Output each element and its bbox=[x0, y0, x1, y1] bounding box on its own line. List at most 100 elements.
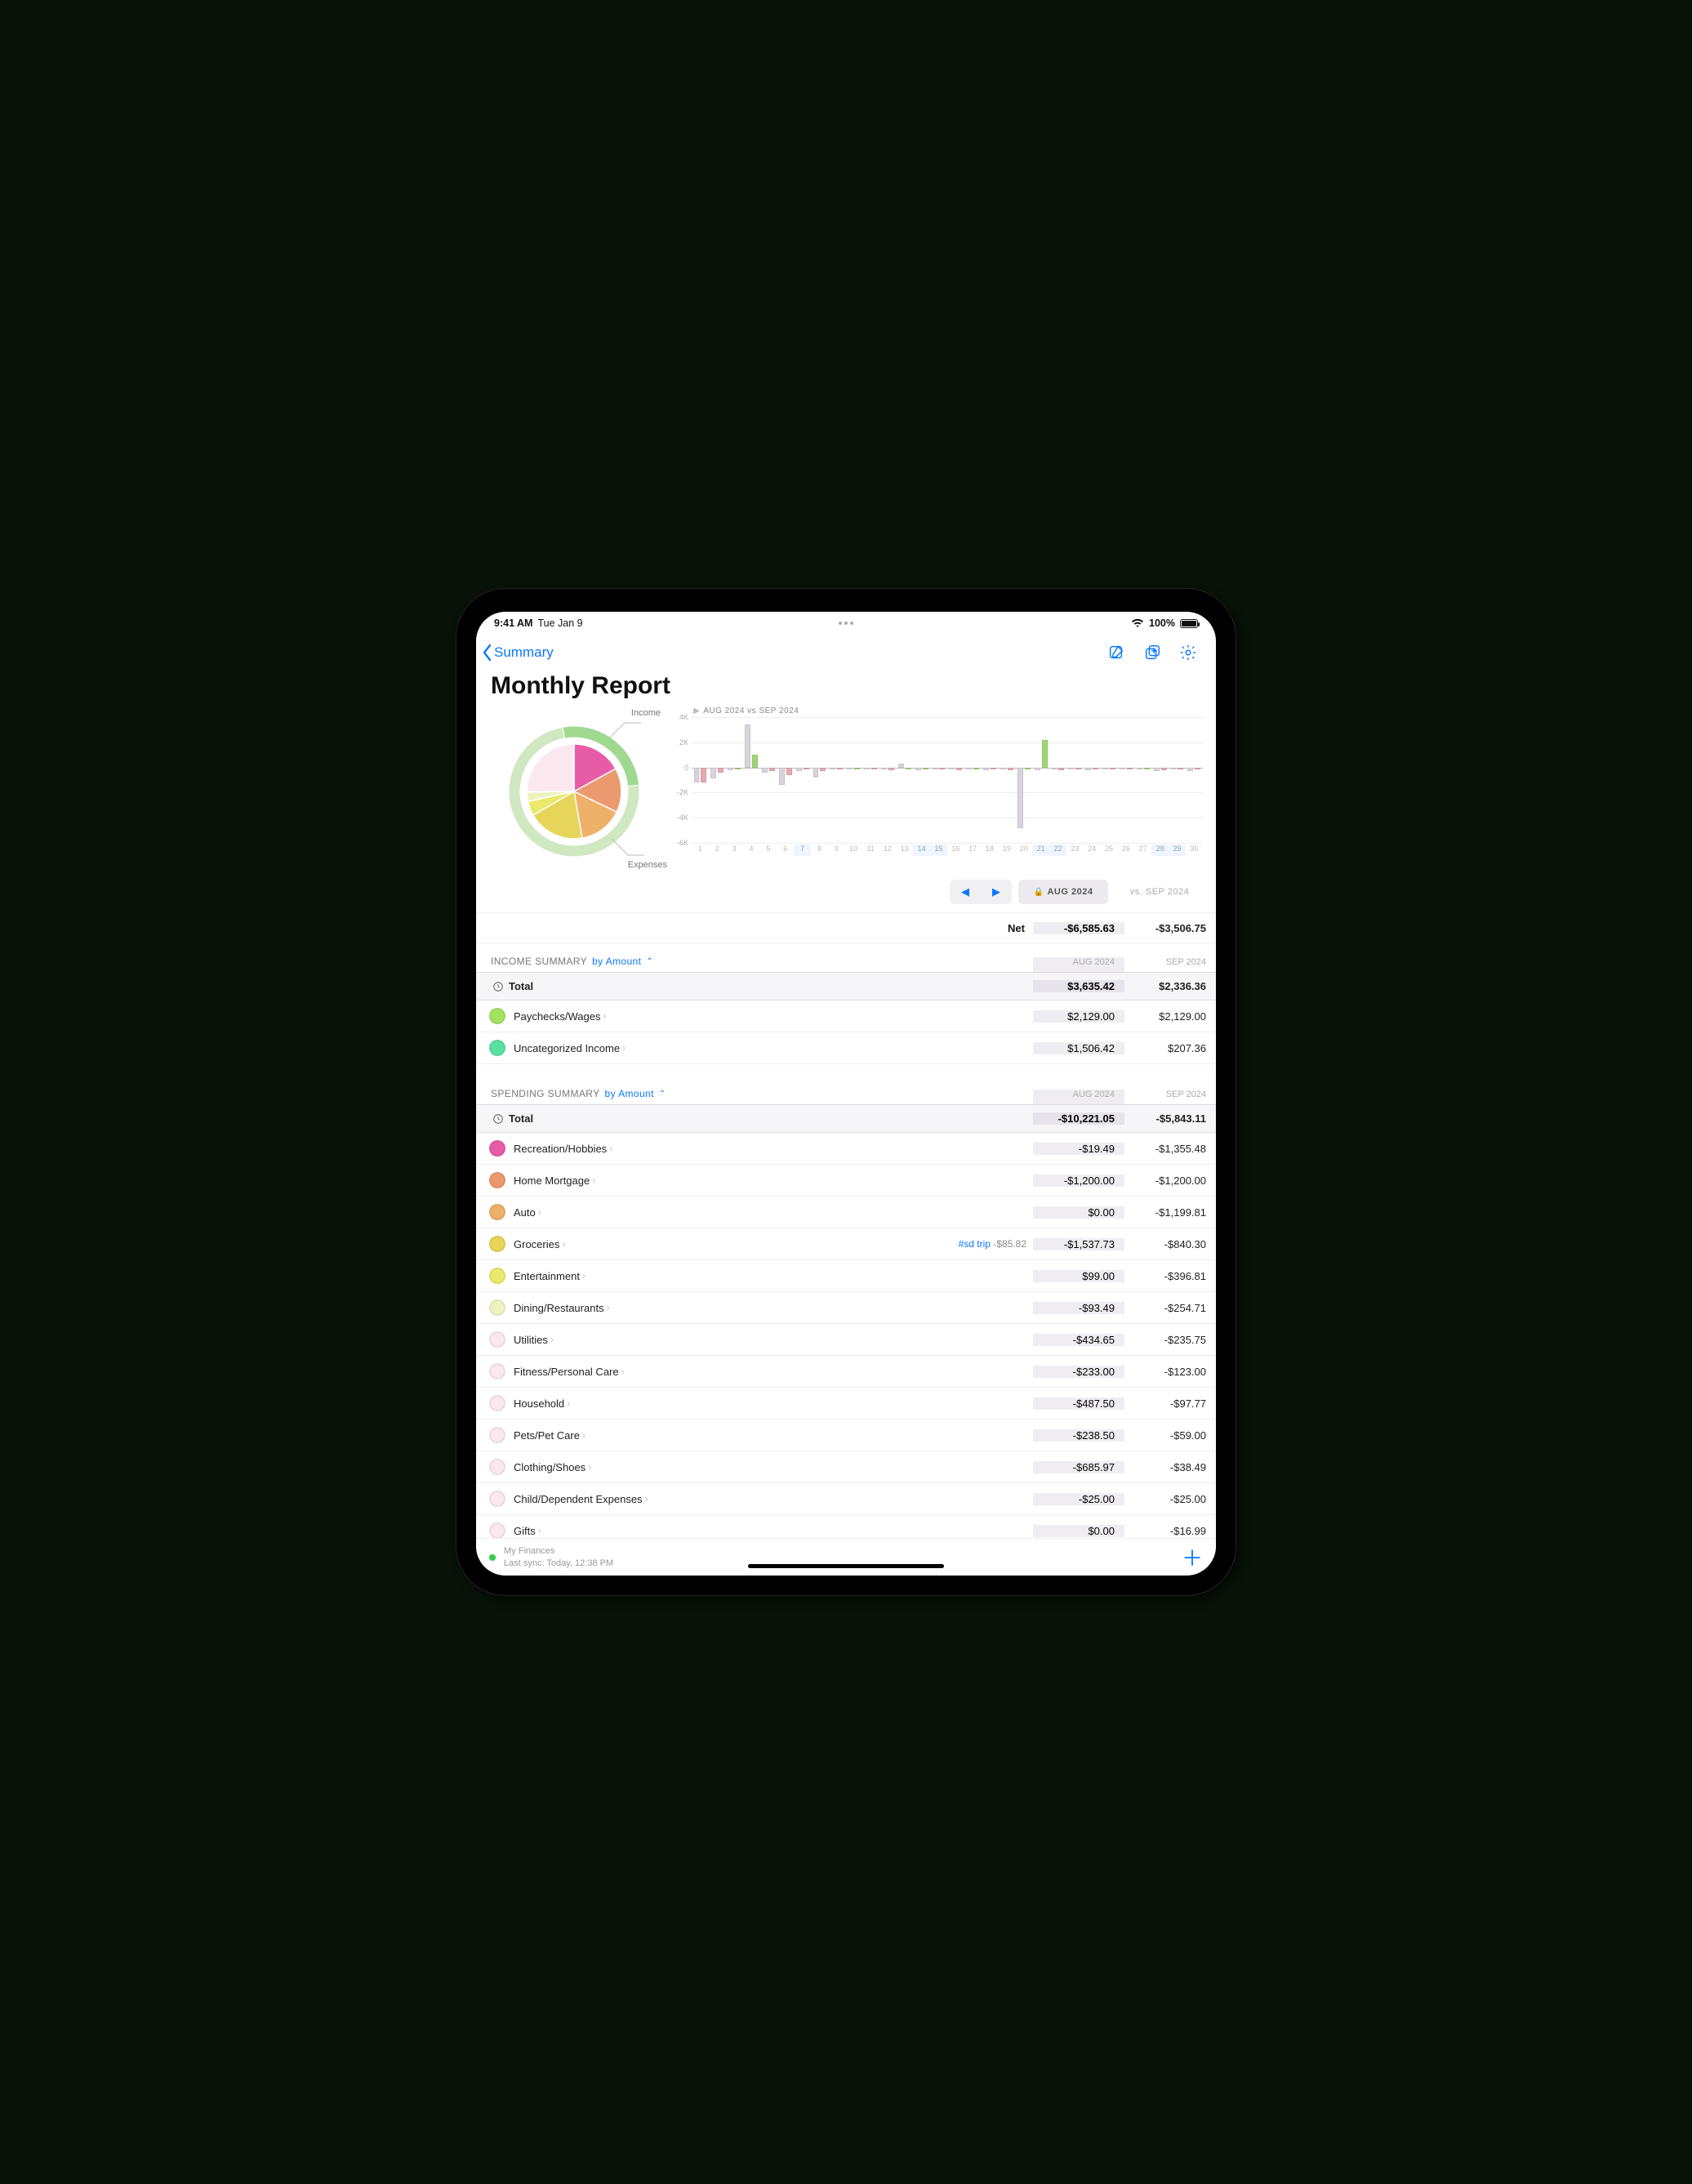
spending-row[interactable]: Utilities › -$434.65 -$235.75 bbox=[476, 1324, 1216, 1356]
category-dot bbox=[476, 1204, 514, 1220]
row-label: Utilities bbox=[514, 1334, 548, 1346]
caret-up-icon[interactable]: ⌃ bbox=[659, 1090, 666, 1099]
row-label: Entertainment bbox=[514, 1270, 580, 1282]
chevron-right-icon: › bbox=[592, 1174, 595, 1186]
screen: 9:41 AM Tue Jan 9 100% Summary bbox=[476, 612, 1216, 1576]
row-sep: -$840.30 bbox=[1124, 1238, 1216, 1250]
net-row: Net -$6,585.63 -$3,506.75 bbox=[476, 912, 1216, 943]
row-aug: -$238.50 bbox=[1033, 1429, 1124, 1442]
row-label: Pets/Pet Care bbox=[514, 1429, 580, 1442]
row-label: Fitness/Personal Care bbox=[514, 1366, 619, 1378]
home-indicator[interactable] bbox=[748, 1564, 944, 1568]
row-sep: -$59.00 bbox=[1124, 1429, 1216, 1442]
spending-row[interactable]: Fitness/Personal Care › -$233.00 -$123.0… bbox=[476, 1356, 1216, 1388]
period-nav: ◀ ▶ bbox=[950, 880, 1012, 904]
battery-percent: 100% bbox=[1149, 617, 1175, 629]
caret-up-icon[interactable]: ⌃ bbox=[646, 957, 653, 966]
row-label: Recreation/Hobbies bbox=[514, 1143, 607, 1155]
row-label: Paychecks/Wages bbox=[514, 1010, 600, 1023]
income-row[interactable]: Uncategorized Income › $1,506.42 $207.36 bbox=[476, 1032, 1216, 1064]
row-note: #sd trip -$85.82 bbox=[959, 1238, 1026, 1250]
net-sep: -$3,506.75 bbox=[1124, 922, 1216, 934]
spending-row[interactable]: Home Mortgage › -$1,200.00 -$1,200.00 bbox=[476, 1165, 1216, 1197]
income-sort-button[interactable]: by Amount bbox=[592, 956, 641, 967]
bar-chart[interactable]: ▶AUG 2024 vs SEP 2024 4K2K0-2K-4K-6K1234… bbox=[672, 706, 1204, 870]
row-sep: -$1,355.48 bbox=[1124, 1143, 1216, 1155]
row-label: Home Mortgage bbox=[514, 1174, 590, 1187]
category-dot bbox=[476, 1331, 514, 1348]
multitask-dots-icon[interactable] bbox=[839, 622, 853, 625]
spending-col-sep: SEP 2024 bbox=[1124, 1090, 1216, 1104]
income-total-aug: $3,635.42 bbox=[1033, 980, 1124, 992]
compose-button[interactable] bbox=[1100, 636, 1133, 669]
category-dot bbox=[476, 1459, 514, 1475]
chevron-right-icon: › bbox=[607, 1302, 610, 1313]
period-prev-button[interactable]: ◀ bbox=[950, 880, 981, 904]
period-next-button[interactable]: ▶ bbox=[981, 880, 1012, 904]
row-sep: -$97.77 bbox=[1124, 1397, 1216, 1410]
add-button[interactable]: ＋ bbox=[1182, 1542, 1203, 1572]
net-aug: -$6,585.63 bbox=[1033, 922, 1124, 934]
spending-col-aug: AUG 2024 bbox=[1033, 1090, 1124, 1104]
net-label: Net bbox=[476, 922, 1033, 934]
donut-income-label: Income bbox=[631, 708, 661, 718]
row-aug: $2,129.00 bbox=[1033, 1010, 1124, 1023]
spending-row[interactable]: Gifts › $0.00 -$16.99 bbox=[476, 1515, 1216, 1538]
row-aug: -$19.49 bbox=[1033, 1143, 1124, 1155]
row-sep: -$396.81 bbox=[1124, 1270, 1216, 1282]
row-label: Auto bbox=[514, 1206, 536, 1219]
row-sep: -$25.00 bbox=[1124, 1493, 1216, 1505]
income-col-aug: AUG 2024 bbox=[1033, 957, 1124, 972]
row-label: Groceries bbox=[514, 1238, 559, 1250]
spending-row[interactable]: Dining/Restaurants › -$93.49 -$254.71 bbox=[476, 1292, 1216, 1324]
settings-button[interactable] bbox=[1172, 636, 1204, 669]
status-date: Tue Jan 9 bbox=[537, 617, 582, 629]
row-aug: $99.00 bbox=[1033, 1270, 1124, 1282]
spending-sort-button[interactable]: by Amount bbox=[605, 1088, 654, 1099]
clock-icon bbox=[476, 981, 509, 992]
chevron-right-icon: › bbox=[621, 1366, 625, 1377]
category-dot bbox=[476, 1522, 514, 1538]
row-aug: -$93.49 bbox=[1033, 1302, 1124, 1314]
chevron-right-icon: › bbox=[550, 1334, 554, 1345]
row-aug: -$1,537.73 bbox=[1033, 1238, 1124, 1250]
period-primary[interactable]: 🔒 AUG 2024 bbox=[1018, 880, 1108, 904]
spending-total-label: Total bbox=[509, 1112, 1033, 1125]
charts-row: Income Expenses ▶AUG 2024 vs SEP 2024 4K… bbox=[476, 706, 1216, 875]
spending-row[interactable]: Recreation/Hobbies › -$19.49 -$1,355.48 bbox=[476, 1133, 1216, 1165]
duplicate-button[interactable] bbox=[1136, 636, 1169, 669]
row-aug: $0.00 bbox=[1033, 1206, 1124, 1219]
row-aug: -$434.65 bbox=[1033, 1334, 1124, 1346]
spending-row[interactable]: Entertainment › $99.00 -$396.81 bbox=[476, 1260, 1216, 1292]
period-primary-label: AUG 2024 bbox=[1047, 887, 1093, 897]
nav-bar: Summary bbox=[476, 635, 1216, 671]
donut-chart[interactable]: Income Expenses bbox=[488, 706, 667, 870]
row-label: Dining/Restaurants bbox=[514, 1302, 604, 1314]
spending-row[interactable]: Child/Dependent Expenses › -$25.00 -$25.… bbox=[476, 1483, 1216, 1515]
row-label: Gifts bbox=[514, 1525, 536, 1537]
spending-row[interactable]: Groceries › #sd trip -$85.82 -$1,537.73 … bbox=[476, 1228, 1216, 1260]
chevron-right-icon: › bbox=[567, 1397, 570, 1409]
period-compare[interactable]: vs. SEP 2024 bbox=[1115, 880, 1204, 904]
spending-row[interactable]: Household › -$487.50 -$97.77 bbox=[476, 1388, 1216, 1420]
back-button[interactable]: Summary bbox=[481, 644, 554, 662]
category-dot bbox=[476, 1268, 514, 1284]
chevron-right-icon: › bbox=[582, 1270, 586, 1281]
battery-icon bbox=[1180, 619, 1198, 628]
category-dot bbox=[476, 1236, 514, 1252]
row-sep: -$16.99 bbox=[1124, 1525, 1216, 1537]
sync-status-text: Last sync: Today, 12:38 PM bbox=[504, 1558, 613, 1569]
row-aug: $0.00 bbox=[1033, 1525, 1124, 1537]
row-sep: -$254.71 bbox=[1124, 1302, 1216, 1314]
spending-row[interactable]: Pets/Pet Care › -$238.50 -$59.00 bbox=[476, 1420, 1216, 1451]
spending-row[interactable]: Auto › $0.00 -$1,199.81 bbox=[476, 1197, 1216, 1228]
account-name: My Finances bbox=[504, 1545, 613, 1557]
chevron-right-icon: › bbox=[588, 1461, 591, 1473]
row-aug: -$25.00 bbox=[1033, 1493, 1124, 1505]
income-row[interactable]: Paychecks/Wages › $2,129.00 $2,129.00 bbox=[476, 1001, 1216, 1032]
spending-row[interactable]: Clothing/Shoes › -$685.97 -$38.49 bbox=[476, 1451, 1216, 1483]
row-sep: -$38.49 bbox=[1124, 1461, 1216, 1473]
donut-expenses-label: Expenses bbox=[628, 860, 667, 870]
chevron-right-icon: › bbox=[645, 1493, 648, 1504]
period-selector: ◀ ▶ 🔒 AUG 2024 vs. SEP 2024 bbox=[476, 875, 1216, 912]
